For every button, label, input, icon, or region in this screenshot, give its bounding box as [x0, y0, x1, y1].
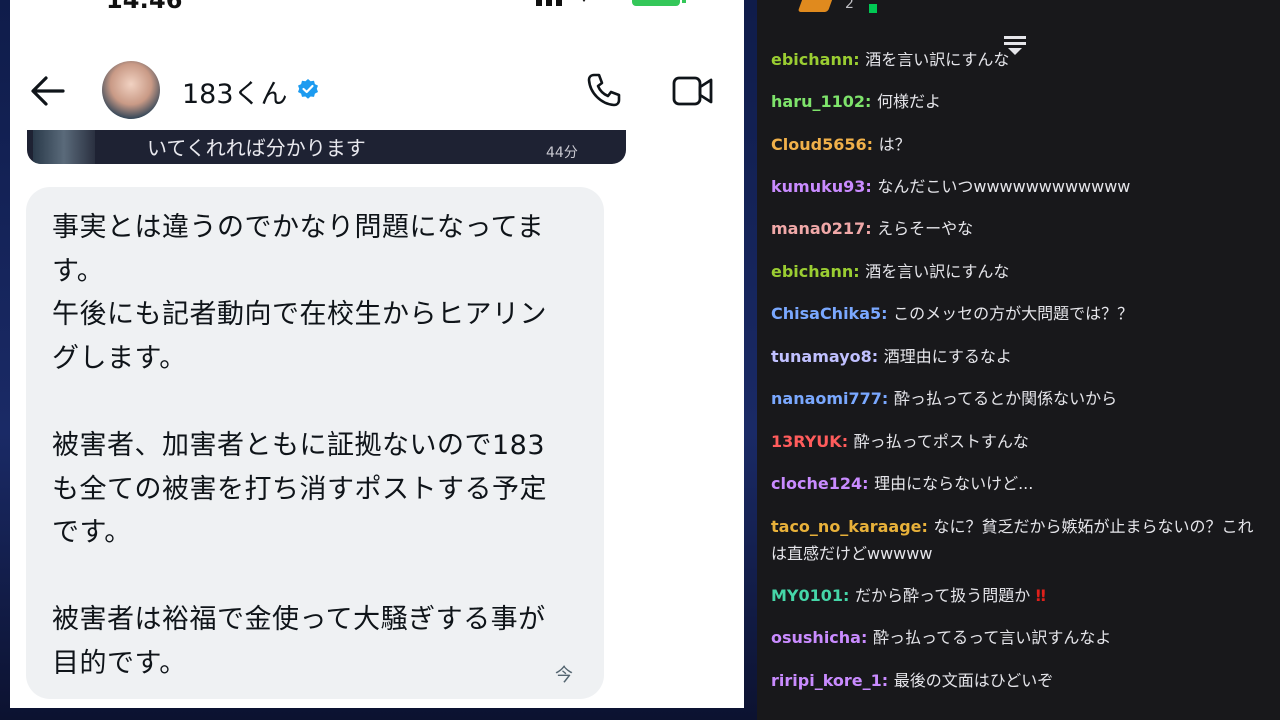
reply-thumbnail: [33, 130, 95, 164]
chat-badge-icon: [797, 0, 835, 12]
message-line: 目的です。: [52, 648, 187, 679]
verified-badge-icon: [298, 79, 318, 99]
chat-message: nanaomi777: 酔っ払ってるとか関係ないから: [771, 385, 1261, 412]
chat-username[interactable]: taco_no_karaage: [771, 517, 922, 536]
chat-username-separator: :: [865, 219, 878, 238]
signal-icon: [536, 0, 586, 6]
chat-username[interactable]: riripi_kore_1: [771, 671, 882, 690]
chat-username[interactable]: ebichann: [771, 262, 853, 281]
chat-username-separator: :: [841, 432, 854, 451]
chat-username-separator: :: [860, 628, 873, 647]
chat-username-separator: :: [881, 389, 894, 408]
chat-message-text: 酔っ払ってポストすんな: [853, 432, 1029, 451]
chat-top-count: 2: [845, 0, 854, 12]
chat-username[interactable]: haru_1102: [771, 92, 865, 111]
chat-username[interactable]: mana0217: [771, 219, 865, 238]
chat-username[interactable]: ebichann: [771, 52, 853, 69]
chat-message: kumuku93: なんだこいつwwwwwwwwwwww: [771, 173, 1261, 200]
chat-message: ChisaChika5: このメッセの方が大問題では？？: [771, 300, 1261, 327]
chat-username[interactable]: MY0101: [771, 586, 843, 605]
chat-message: osushicha: 酔っ払ってるって言い訳すんなよ: [771, 624, 1261, 651]
chat-username[interactable]: nanaomi777: [771, 389, 882, 408]
chat-message: MY0101: だから酔って扱う問題か ‼: [771, 582, 1261, 609]
chat-message-text: 何様だよ: [876, 92, 941, 111]
chat-username-separator: :: [865, 177, 878, 196]
message-line: も全ての被害を打ち消すポストする予定: [52, 474, 547, 505]
contact-avatar[interactable]: [102, 61, 160, 119]
message-line: 午後にも記者動向で在校生からヒアリン: [52, 299, 547, 330]
message-line: す。: [52, 256, 105, 287]
chat-message-text: 理由にならないけど...: [874, 474, 1034, 493]
status-bar: 14:46: [10, 0, 744, 14]
battery-icon: [632, 0, 686, 6]
chat-message: cloche124: 理由にならないけど...: [771, 470, 1261, 497]
video-call-icon[interactable]: [672, 74, 714, 108]
chat-message-text: なんだこいつwwwwwwwwwwww: [877, 177, 1131, 196]
live-indicator-icon: [869, 4, 877, 13]
chat-message: riripi_kore_1: 最後の文面はひどいぞ: [771, 667, 1261, 694]
chat-username[interactable]: kumuku93: [771, 177, 865, 196]
back-arrow-icon[interactable]: [30, 74, 66, 108]
chat-username-separator: :: [866, 135, 879, 154]
message-bubble[interactable]: 事実とは違うのでかなり問題になってま す。 午後にも記者動向で在校生からヒアリン…: [26, 187, 604, 699]
reply-preview-text: いてくれれば分かります: [147, 136, 366, 160]
chat-message-text: 酔っ払ってるとか関係ないから: [893, 389, 1118, 408]
message-line: 被害者は裕福で金使って大騒ぎする事が: [52, 604, 546, 635]
chat-message-text: 酒理由にするなよ: [883, 347, 1012, 366]
chat-username-separator: :: [853, 262, 866, 281]
chat-message: Cloud5656: は？: [771, 131, 1261, 158]
chat-message: ebichann: 酒を言い訳にすんな: [771, 258, 1261, 285]
chat-message: mana0217: えらそーやな: [771, 215, 1261, 242]
conversation-header: 183くん: [10, 56, 744, 126]
double-exclamation-icon: ‼: [1030, 586, 1046, 605]
chat-username[interactable]: osushicha: [771, 628, 861, 647]
chat-message: 13RYUK: 酔っ払ってポストすんな: [771, 428, 1261, 455]
dm-screen: 14:46 183くん いてくれれば分かります 44分 事実とは違うのでかなり問…: [10, 0, 744, 708]
chat-username-separator: :: [862, 474, 875, 493]
chat-message-text: だから酔って扱う問題か: [855, 586, 1031, 605]
chat-message-text: 酒を言い訳にすんな: [865, 262, 1010, 281]
reply-preview-time: 44分: [546, 145, 578, 161]
message-line: グします。: [52, 343, 187, 374]
chat-username-separator: :: [865, 92, 877, 111]
chat-message-text: 最後の文面はひどいぞ: [893, 671, 1054, 690]
chat-username[interactable]: Cloud5656: [771, 135, 867, 154]
chat-username-separator: :: [881, 671, 894, 690]
chat-message: tunamayo8: 酒理由にするなよ: [771, 343, 1261, 370]
chat-username-separator: :: [843, 586, 856, 605]
message-line: 被害者、加害者ともに証拠ないので183: [52, 430, 546, 461]
chat-message: haru_1102: 何様だよ: [771, 88, 1261, 115]
chat-username-separator: :: [921, 517, 934, 536]
chat-username[interactable]: 13RYUK: [771, 432, 842, 451]
chat-message: taco_no_karaage: なに？貧乏だから嫉妬が止まらないの？これは直感…: [771, 513, 1261, 567]
chat-top-bar: 2: [757, 0, 1280, 20]
stream-chat-panel: 2 ebichann: 酒を言い訳にすんな haru_1102: 何様だよ Clou…: [757, 0, 1280, 720]
message-line: 事実とは違うのでかなり問題になってま: [52, 212, 545, 243]
chat-username-separator: :: [853, 50, 866, 69]
chat-username-separator: :: [881, 304, 894, 323]
phone-call-icon[interactable]: [586, 72, 622, 108]
contact-name[interactable]: 183くん: [182, 72, 288, 111]
chat-message-text: えらそーやな: [877, 219, 974, 238]
status-time: 14:46: [106, 0, 183, 14]
message-timestamp: 今: [555, 665, 573, 686]
chat-message-text: は？: [878, 135, 911, 154]
chat-username[interactable]: cloche124: [771, 474, 862, 493]
chat-message-text: このメッセの方が大問題では？？: [893, 304, 1134, 323]
chat-message-text: 酒を言い訳にすんな: [865, 50, 1010, 69]
chat-username[interactable]: ChisaChika5: [771, 304, 881, 323]
message-line: です。: [52, 517, 132, 548]
quoted-reply-preview[interactable]: いてくれれば分かります 44分: [27, 130, 626, 164]
chat-username[interactable]: tunamayo8: [771, 347, 872, 366]
chat-username-separator: :: [871, 347, 884, 366]
chat-message-text: 酔っ払ってるって言い訳すんなよ: [872, 628, 1112, 647]
